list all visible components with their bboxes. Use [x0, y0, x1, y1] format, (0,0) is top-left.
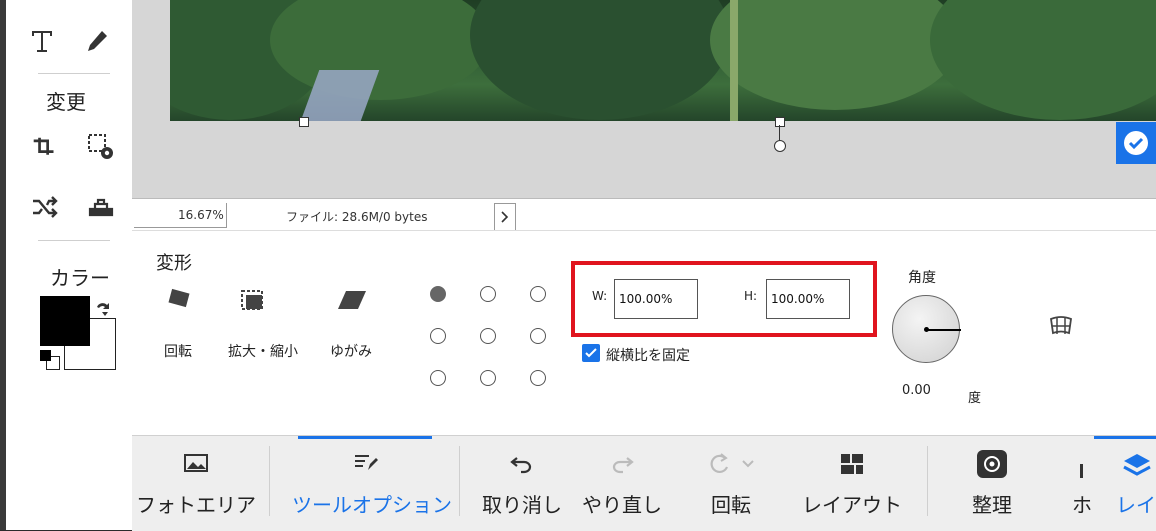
file-info: ファイル: 28.6M/0 bytes: [286, 210, 428, 224]
expand-status-button[interactable]: [494, 203, 516, 231]
redo-label: やり直し: [582, 493, 662, 517]
transform-handle-bottom[interactable]: [775, 117, 785, 127]
undo-label: 取り消し: [482, 493, 562, 517]
check-icon: [585, 348, 597, 358]
tab-tool-options-label: ツールオプション: [292, 493, 452, 517]
shuffle-icon[interactable]: [28, 192, 62, 222]
skew-tool-icon: [338, 291, 366, 309]
swap-colors-icon[interactable]: [92, 298, 114, 320]
tab-tool-options[interactable]: ツールオプション: [292, 436, 452, 526]
angle-value: 0.00: [902, 383, 931, 398]
check-circle-icon: [1124, 131, 1148, 155]
lock-ratio-label: 縦横比を固定: [606, 348, 690, 364]
undo-button[interactable]: 取り消し: [478, 436, 566, 526]
stamp-icon[interactable]: [84, 192, 118, 222]
layers-button[interactable]: レイ: [1114, 436, 1156, 526]
layout-button[interactable]: レイアウト: [796, 436, 908, 526]
anchor-bottom-right[interactable]: [530, 370, 546, 386]
layers-icon: [1123, 454, 1151, 476]
bottom-bar: フォトエリア ツールオプション 取り消し やり直し 回転 レイアウト 整理 ホ …: [132, 435, 1156, 531]
rotate-label: 回転: [711, 493, 751, 517]
tab-photo-area-label: フォトエリア: [136, 493, 256, 517]
highlight-box: [571, 261, 877, 337]
anchor-top-left[interactable]: [430, 286, 446, 302]
home-icon: [1080, 464, 1083, 478]
anchor-middle-left[interactable]: [430, 328, 446, 344]
text-tool-icon[interactable]: [28, 26, 56, 56]
home-label: ホ: [1072, 493, 1092, 517]
skew-tool-label: ゆがみ: [330, 344, 372, 360]
organize-button[interactable]: 整理: [952, 436, 1032, 526]
zoom-level: 16.67%: [178, 208, 224, 222]
left-toolbar: 変更 カラー: [0, 0, 132, 530]
anchor-top-center[interactable]: [480, 286, 496, 302]
layers-label: レイ: [1116, 493, 1156, 517]
anchor-bottom-center[interactable]: [480, 370, 496, 386]
anchor-bottom-left[interactable]: [430, 370, 446, 386]
commit-button[interactable]: [1116, 122, 1156, 164]
rotate-icon: [710, 453, 754, 474]
rotate-tool-label: 回転: [164, 344, 192, 360]
transform-title: 変形: [156, 253, 192, 274]
organize-label: 整理: [972, 493, 1012, 517]
image-settings-icon[interactable]: [84, 130, 118, 164]
rotate-handle[interactable]: [774, 140, 786, 152]
foreground-color-swatch[interactable]: [40, 296, 90, 346]
layout-icon: [841, 454, 863, 474]
undo-icon: [510, 457, 532, 474]
rotate-tool-icon: [168, 288, 190, 308]
image-icon: [184, 454, 208, 472]
status-bar: 16.67% ファイル: 28.6M/0 bytes: [132, 198, 1156, 231]
anchor-middle-right[interactable]: [530, 328, 546, 344]
anchor-top-right[interactable]: [530, 286, 546, 302]
lock-ratio-checkbox[interactable]: [582, 344, 600, 362]
rotate-tool[interactable]: 回転: [160, 287, 200, 367]
brush-tool-icon[interactable]: [82, 26, 112, 56]
home-button[interactable]: ホ: [1062, 436, 1102, 526]
rotate-button[interactable]: 回転: [688, 436, 774, 526]
tool-options-icon: [355, 455, 378, 470]
skew-tool[interactable]: ゆがみ: [328, 287, 388, 367]
tab-photo-area[interactable]: フォトエリア: [132, 436, 260, 526]
section-change-label: 変更: [46, 90, 86, 114]
crop-tool-icon[interactable]: [28, 132, 60, 164]
chevron-right-icon: [501, 211, 509, 223]
photo-canvas[interactable]: [170, 0, 1156, 121]
scale-tool-label: 拡大・縮小: [228, 344, 298, 360]
angle-unit: 度: [968, 391, 982, 406]
angle-dial[interactable]: [892, 295, 961, 363]
scale-tool[interactable]: 拡大・縮小: [228, 287, 308, 367]
perspective-icon[interactable]: [1048, 315, 1076, 339]
redo-icon: [612, 457, 634, 474]
scale-tool-icon: [241, 290, 263, 310]
angle-label: 角度: [908, 270, 936, 286]
default-colors-icon[interactable]: [40, 350, 60, 370]
anchor-center[interactable]: [480, 328, 496, 344]
layout-label: レイアウト: [802, 493, 902, 517]
redo-button[interactable]: やり直し: [578, 436, 666, 526]
transform-handle-left[interactable]: [299, 117, 309, 127]
organize-icon: [977, 450, 1007, 478]
section-color-label: カラー: [50, 266, 110, 290]
